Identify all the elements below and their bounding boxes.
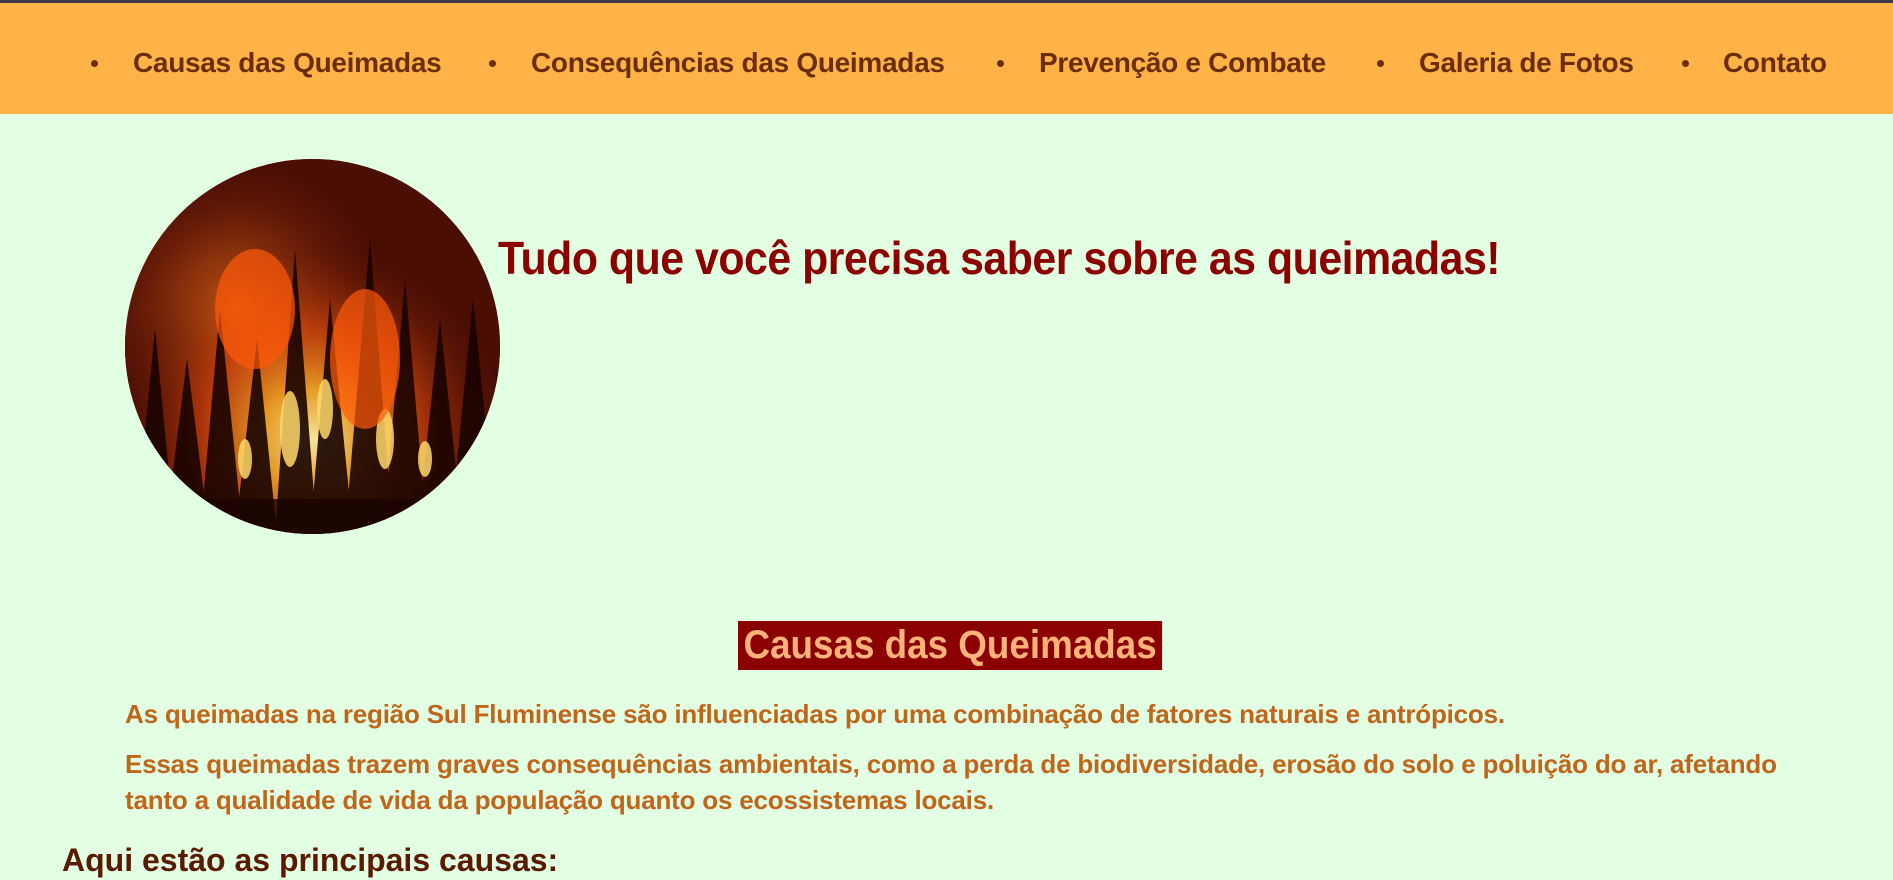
nav-link-causas[interactable]: Causas das Queimadas (133, 43, 442, 83)
forest-fire-image (125, 159, 500, 534)
nav-link-contato[interactable]: Contato (1723, 43, 1827, 83)
paragraph-consequences: Essas queimadas trazem graves consequênc… (125, 749, 1777, 815)
bullet-icon (489, 60, 496, 67)
section-title: Causas das Queimadas (738, 621, 1163, 670)
main-nav: Causas das Queimadas Consequências das Q… (0, 43, 1893, 83)
bullet-icon (1682, 60, 1689, 67)
bullet-icon (1377, 60, 1384, 67)
nav-link-prevencao[interactable]: Prevenção e Combate (1039, 43, 1326, 83)
nav-link-galeria[interactable]: Galeria de Fotos (1419, 43, 1634, 83)
forest-fire-illustration (125, 159, 500, 534)
top-navigation-bar: Causas das Queimadas Consequências das Q… (0, 0, 1893, 114)
paragraph-intro: As queimadas na região Sul Fluminense sã… (125, 699, 1505, 729)
causes-subheading: Aqui estão as principais causas: (62, 842, 559, 878)
nav-link-consequencias[interactable]: Consequências das Queimadas (531, 43, 945, 83)
page-title: Tudo que você precisa saber sobre as que… (498, 232, 1501, 284)
bullet-icon (997, 60, 1004, 67)
bullet-icon (91, 60, 98, 67)
